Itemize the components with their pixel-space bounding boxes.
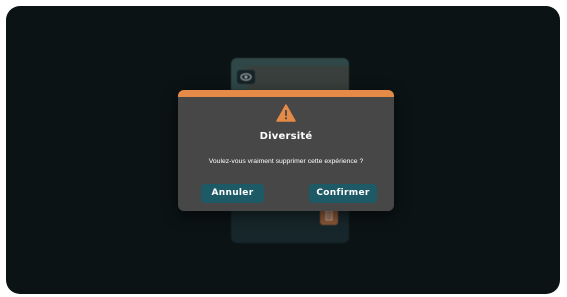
dialog-title: Diversité xyxy=(259,131,313,142)
confirm-button[interactable]: Confirmer xyxy=(309,184,377,203)
warning-icon xyxy=(276,104,296,122)
confirm-delete-dialog: Diversité Voulez-vous vraiment supprimer… xyxy=(178,90,394,211)
background-card-banner xyxy=(247,66,349,92)
cancel-button[interactable]: Annuler xyxy=(201,184,264,203)
app-frame: Diversité Voulez-vous vraiment supprimer… xyxy=(6,6,560,294)
eye-icon[interactable] xyxy=(237,70,255,84)
dialog-message: Voulez-vous vraiment supprimer cette exp… xyxy=(208,158,364,165)
dialog-accent-bar xyxy=(178,90,394,97)
